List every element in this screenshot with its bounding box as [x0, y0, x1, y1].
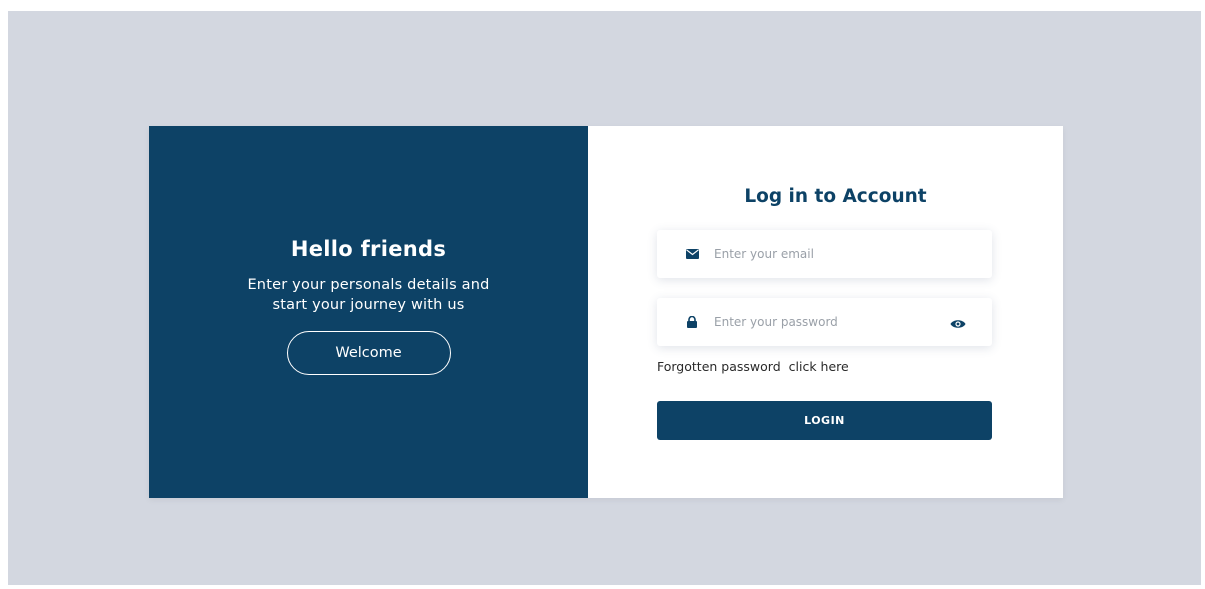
email-field-container[interactable] [657, 230, 992, 278]
page-background: Hello friends Enter your personals detai… [8, 11, 1201, 585]
email-input[interactable] [714, 247, 914, 261]
eye-icon[interactable] [950, 315, 966, 329]
welcome-description: Enter your personals details and start y… [247, 275, 489, 315]
forgot-password-text: Forgotten password [657, 359, 781, 374]
login-panel: Log in to Account Enter your email Forgo… [588, 126, 1063, 498]
forgot-password-row: Forgotten password click here [657, 359, 849, 374]
welcome-description-line-2: start your journey with us [272, 297, 465, 313]
login-card: Hello friends Enter your personals detai… [149, 126, 1063, 498]
envelope-icon [685, 247, 699, 261]
welcome-button[interactable]: Welcome [286, 331, 451, 375]
password-input[interactable] [714, 315, 914, 329]
welcome-title: Hello friends [290, 237, 447, 261]
welcome-description-line-1: Enter your personals details and [247, 277, 490, 293]
password-field-container[interactable] [657, 298, 992, 346]
forgot-password-link[interactable]: click here [789, 359, 849, 374]
login-button[interactable]: LOGIN [657, 401, 992, 440]
welcome-panel: Hello friends Enter your personals detai… [149, 126, 588, 498]
login-title: Log in to Account [744, 186, 927, 207]
lock-icon [685, 315, 699, 329]
